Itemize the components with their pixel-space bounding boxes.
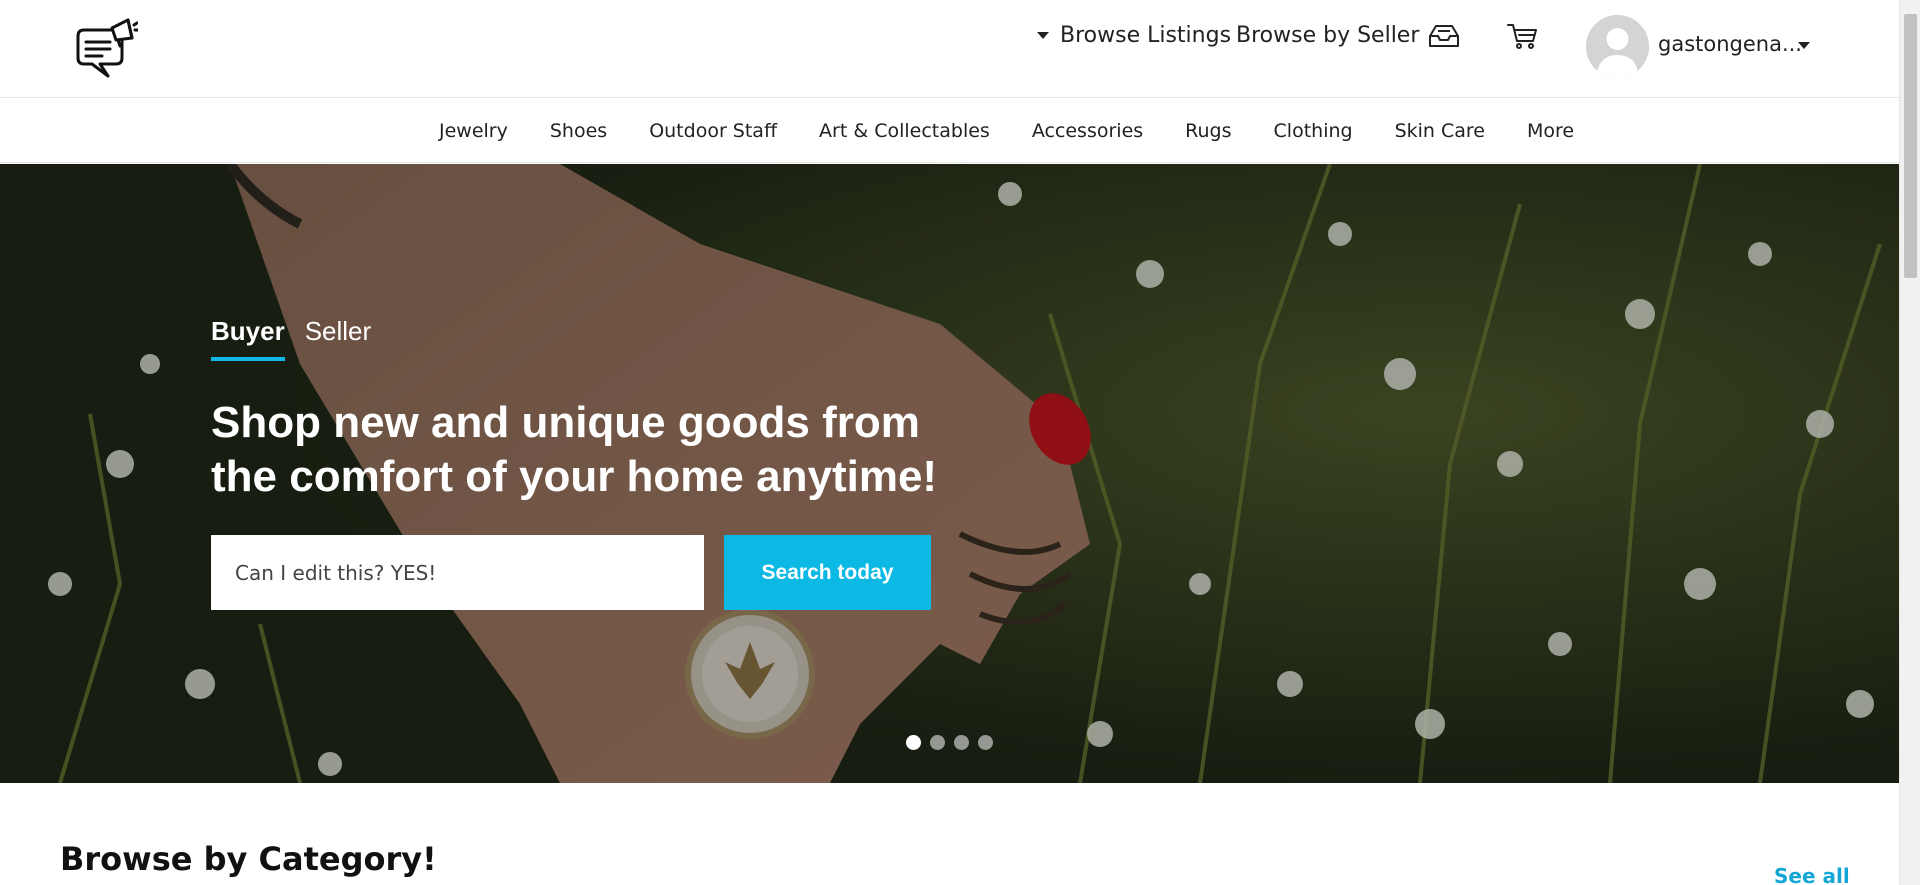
browse-listings-label: Browse Listings (1060, 22, 1232, 48)
role-tabs: Buyer Seller (211, 316, 391, 361)
category-outdoor-staff[interactable]: Outdoor Staff (649, 120, 777, 142)
category-shoes[interactable]: Shoes (550, 120, 607, 142)
carousel-dot-3[interactable] (954, 735, 969, 750)
hero-headline-line2: the comfort of your home anytime! (211, 452, 938, 501)
page: Browse Listings Browse by Seller gastong… (0, 0, 1899, 885)
category-accessories[interactable]: Accessories (1032, 120, 1143, 142)
search-input[interactable] (211, 535, 704, 610)
category-more[interactable]: More (1527, 120, 1574, 142)
cart-icon[interactable] (1506, 22, 1538, 50)
carousel-dot-2[interactable] (930, 735, 945, 750)
category-skin-care[interactable]: Skin Care (1395, 120, 1485, 142)
top-header: Browse Listings Browse by Seller gastong… (0, 0, 1899, 98)
browse-listings-menu[interactable]: Browse Listings (1037, 20, 1231, 50)
carousel-dot-1[interactable] (906, 735, 921, 750)
logo-icon[interactable] (76, 16, 138, 82)
default-avatar-icon (1586, 15, 1649, 78)
vertical-scrollbar[interactable] (1899, 0, 1920, 885)
inbox-icon[interactable] (1428, 24, 1460, 48)
category-clothing[interactable]: Clothing (1274, 120, 1353, 142)
hero-banner: Buyer Seller Shop new and unique goods f… (0, 164, 1899, 783)
carousel-dot-4[interactable] (978, 735, 993, 750)
category-rugs[interactable]: Rugs (1185, 120, 1231, 142)
browse-category-title: Browse by Category! (60, 840, 437, 878)
caret-down-icon (1037, 32, 1049, 39)
hero-headline: Shop new and unique goods from the comfo… (211, 396, 971, 504)
user-avatar[interactable] (1586, 15, 1649, 78)
scrollbar-thumb[interactable] (1904, 14, 1917, 278)
tab-buyer[interactable]: Buyer (211, 316, 285, 361)
chevron-down-icon[interactable] (1798, 42, 1810, 49)
carousel-indicators (906, 735, 1002, 750)
hero-headline-line1: Shop new and unique goods from (211, 398, 920, 447)
category-jewelry[interactable]: Jewelry (439, 120, 508, 142)
browse-by-seller-link[interactable]: Browse by Seller (1236, 20, 1419, 50)
see-all-link[interactable]: See all (1774, 864, 1850, 885)
category-nav: Jewelry Shoes Outdoor Staff Art & Collec… (0, 99, 1899, 163)
search-today-button[interactable]: Search today (724, 535, 931, 610)
tab-seller[interactable]: Seller (305, 316, 371, 361)
category-art-collectables[interactable]: Art & Collectables (819, 120, 990, 142)
username-label[interactable]: gastongena... (1658, 32, 1802, 56)
